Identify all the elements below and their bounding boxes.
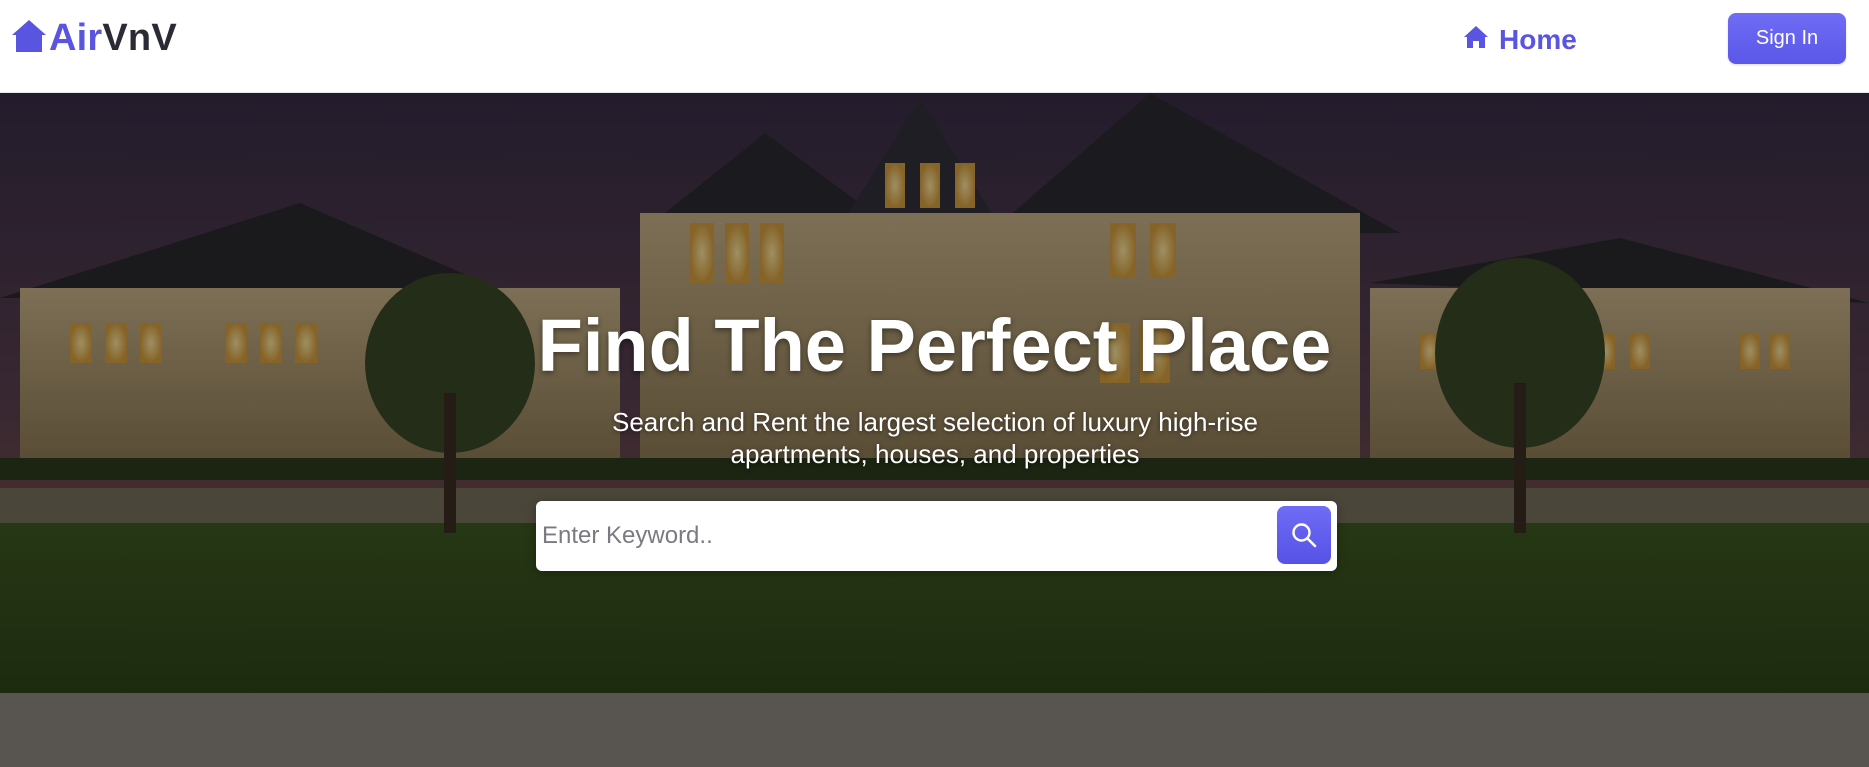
hero-subtitle: Search and Rent the largest selection of… <box>611 407 1258 469</box>
nav-home-label: Home <box>1499 24 1577 55</box>
logo-text-vnv: VnV <box>102 17 177 59</box>
sign-in-button[interactable]: Sign In <box>1728 13 1846 64</box>
logo-text-air: Air <box>49 17 103 59</box>
search-input[interactable] <box>542 509 1242 563</box>
nav-home-link[interactable]: Home <box>1463 20 1577 60</box>
top-nav-bar: Air VnV Home Sign In <box>0 0 1869 93</box>
hero-title: Find The Perfect Place <box>537 304 1332 387</box>
search-bar <box>536 501 1337 571</box>
search-icon <box>1292 523 1317 548</box>
search-button[interactable] <box>1277 506 1331 564</box>
hero-section: Find The Perfect Place Search and Rent t… <box>0 93 1869 767</box>
house-icon <box>12 20 46 52</box>
home-icon <box>1464 26 1488 48</box>
logo[interactable]: Air VnV <box>10 16 177 60</box>
